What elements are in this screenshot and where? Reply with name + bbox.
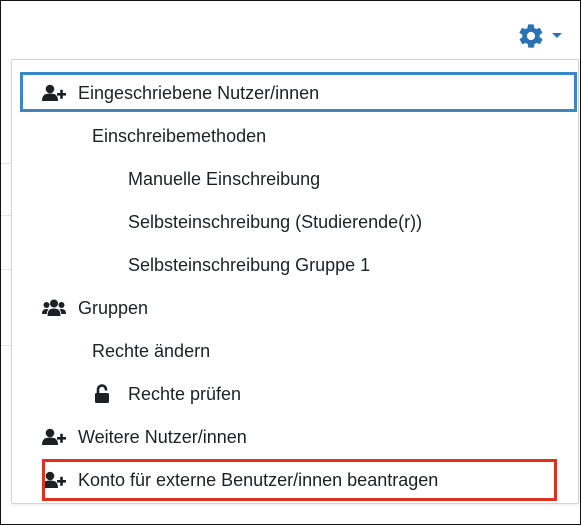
users-icon: [42, 298, 68, 318]
menu-item-change-permissions[interactable]: Rechte ändern: [12, 332, 578, 370]
menu-item-label: Selbsteinschreibung Gruppe 1: [128, 254, 371, 275]
menu-item-self-enrolment-students[interactable]: Selbsteinschreibung (Studierende(r)): [12, 203, 578, 241]
admin-dropdown-menu: Eingeschriebene Nutzer/innen Einschreibe…: [11, 59, 579, 504]
course-admin-menu-toggle[interactable]: [517, 21, 573, 51]
menu-item-check-permissions[interactable]: Rechte prüfen: [12, 375, 578, 413]
user-plus-icon: [42, 83, 68, 103]
screenshot-frame: Eingeschriebene Nutzer/innen Einschreibe…: [0, 0, 581, 525]
menu-item-label: Eingeschriebene Nutzer/innen: [78, 82, 320, 103]
user-plus-icon: [42, 470, 68, 490]
menu-item-groups[interactable]: Gruppen: [12, 289, 578, 327]
menu-item-label: Weitere Nutzer/innen: [78, 426, 247, 447]
menu-item-label: Rechte ändern: [92, 340, 211, 361]
menu-item-label: Einschreibemethoden: [92, 125, 267, 146]
caret-down-icon: [551, 32, 563, 40]
menu-item-enrolment-methods[interactable]: Einschreibemethoden: [12, 117, 578, 155]
menu-item-request-external-account[interactable]: Konto für externe Benutzer/innen beantra…: [12, 461, 578, 499]
unlock-icon: [94, 384, 116, 404]
gear-icon: [517, 22, 545, 50]
menu-item-enrolled-users[interactable]: Eingeschriebene Nutzer/innen: [12, 74, 578, 112]
menu-item-label: Konto für externe Benutzer/innen beantra…: [78, 469, 439, 490]
menu-item-label: Selbsteinschreibung (Studierende(r)): [128, 211, 423, 232]
menu-item-self-enrolment-group1[interactable]: Selbsteinschreibung Gruppe 1: [12, 246, 578, 284]
menu-item-manual-enrolment[interactable]: Manuelle Einschreibung: [12, 160, 578, 198]
menu-item-label: Rechte prüfen: [128, 383, 242, 404]
menu-item-label: Gruppen: [78, 297, 149, 318]
user-plus-icon: [42, 427, 68, 447]
menu-item-other-users[interactable]: Weitere Nutzer/innen: [12, 418, 578, 456]
menu-item-label: Manuelle Einschreibung: [128, 168, 321, 189]
